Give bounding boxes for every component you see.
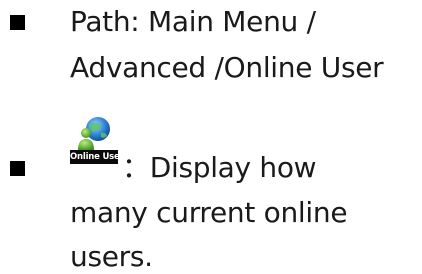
online-user-icon: Online User (70, 116, 124, 168)
display-line-1: ：Display how (122, 151, 317, 184)
display-line-2: many current online (70, 196, 348, 229)
online-user-graphic-icon (78, 117, 110, 150)
online-user-caption: Online User (70, 150, 124, 164)
path-line-2: Advanced /Online User (70, 51, 384, 84)
bullet-square-icon (10, 15, 25, 30)
display-line-3: users. (70, 240, 153, 273)
path-line-1: Path: Main Menu / (70, 5, 316, 38)
bullet-square-icon (10, 161, 25, 176)
